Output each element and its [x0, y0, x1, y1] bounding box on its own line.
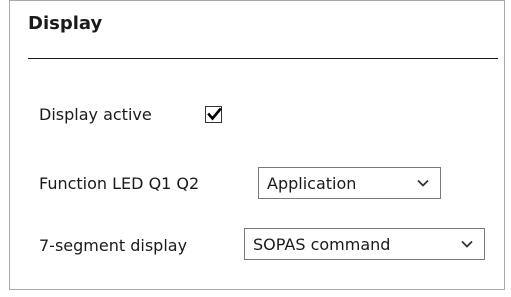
panel-title: Display [28, 13, 103, 34]
seven-segment-select[interactable]: SOPAS command [244, 228, 485, 260]
seven-segment-value: SOPAS command [253, 235, 391, 254]
function-led-label: Function LED Q1 Q2 [39, 174, 200, 193]
checkmark-icon [207, 107, 222, 121]
function-led-select[interactable]: Application [258, 167, 441, 199]
seven-segment-label: 7-segment display [39, 236, 188, 255]
title-divider [28, 58, 498, 59]
chevron-down-icon [417, 179, 429, 187]
display-active-label: Display active [39, 105, 152, 124]
display-active-checkbox[interactable] [205, 106, 222, 123]
function-led-value: Application [267, 174, 357, 193]
chevron-down-icon [461, 240, 473, 248]
